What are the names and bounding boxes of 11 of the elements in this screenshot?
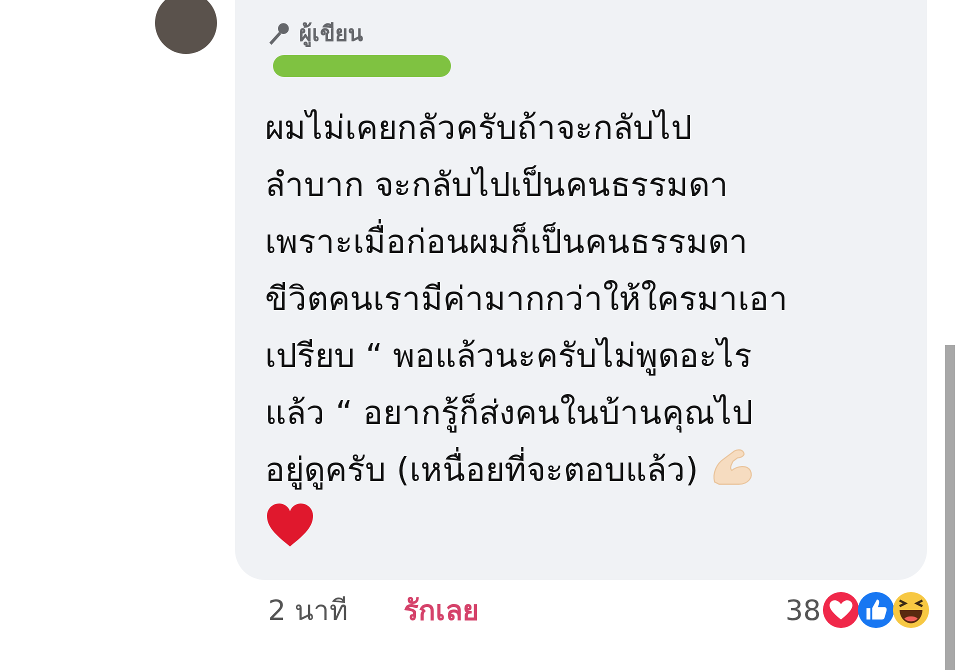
author-label: ผู้เขียน [299, 21, 363, 49]
love-reaction-link[interactable]: รักเลย [404, 588, 479, 632]
comment-time: 2 นาที [268, 593, 348, 629]
laughing-reaction-icon [892, 591, 930, 629]
heart-icon [265, 502, 315, 548]
reaction-count: 38 [785, 594, 821, 626]
scrollbar[interactable] [945, 345, 955, 670]
love-reaction-icon [822, 591, 860, 629]
avatar-photo[interactable] [155, 0, 217, 54]
like-reaction-icon [857, 591, 895, 629]
comment-text: ผมไม่เคยกลัวครับถ้าจะกลับไป ลำบาก จะกลับไปเป็นคนธรรมดา เพราะเมื่อก่อนผมก็เป็นคนธรรมดา ขีวิตคนเรามีค่ามากกว่าให้ใครมาเอา เปรียบ “ พอแล้วนะครับไม่พูดอะไร แล้ว “ อยากรู้ก็ส่งคนในบ้านคุณไป อยู่ดูครับ (เหนื่อยที่จะตอบแล้ว) [265, 107, 789, 492]
